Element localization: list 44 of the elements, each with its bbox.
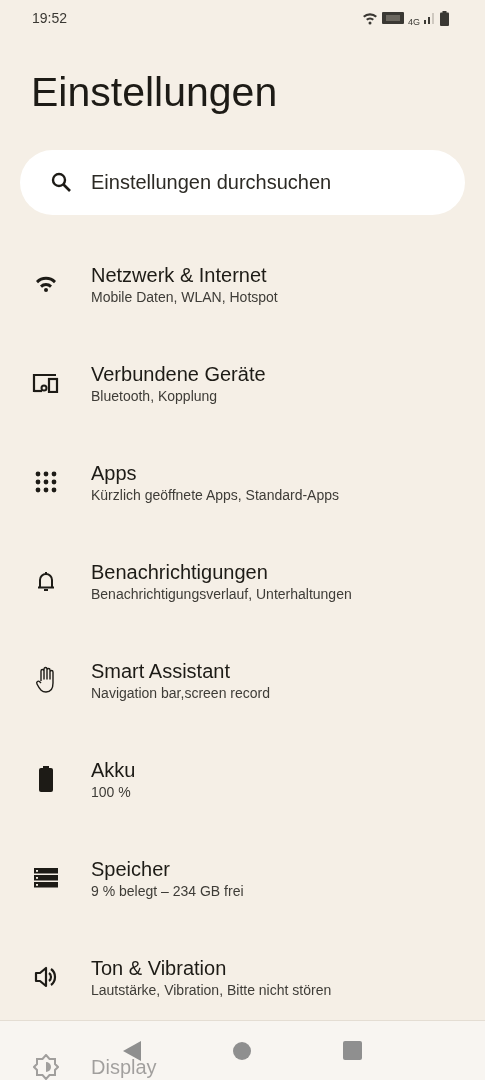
wifi-icon xyxy=(34,276,57,292)
settings-item[interactable]: Smart Assistant Navigation bar,screen record xyxy=(0,658,485,702)
settings-item[interactable]: Benachrichtigungen Benachrichtigungsverlauf, Unterhaltungen xyxy=(0,559,485,603)
apps-grid-icon xyxy=(34,471,57,493)
devices-icon xyxy=(31,373,60,393)
bell-icon xyxy=(36,570,55,592)
item-title: Akku xyxy=(91,758,136,783)
settings-item[interactable]: Ton & Vibration Lautstärke, Vibration, Bitte nicht stören xyxy=(0,955,485,999)
item-subtitle: Lautstärke, Vibration, Bitte nicht stören xyxy=(91,981,332,999)
item-title: Benachrichtigungen xyxy=(91,560,269,585)
network-type: 4G xyxy=(408,16,420,27)
wifi-signal-icon xyxy=(362,11,378,25)
item-subtitle: Bluetooth, Kopplung xyxy=(91,387,219,405)
settings-item[interactable]: Akku 100 % xyxy=(0,757,485,801)
volte-icon xyxy=(382,12,404,24)
search-icon xyxy=(51,172,71,192)
item-title: Smart Assistant xyxy=(91,659,231,684)
search-field[interactable]: Einstellungen durchsuchen xyxy=(20,150,465,215)
home-icon[interactable] xyxy=(233,1041,251,1060)
battery-icon xyxy=(37,766,54,792)
settings-item[interactable]: Verbundene Geräte Bluetooth, Kopplung xyxy=(0,361,485,405)
brightness-icon xyxy=(32,1054,59,1080)
battery-status-icon xyxy=(440,10,449,26)
item-subtitle: Benachrichtigungsverlauf, Unterhaltungen xyxy=(91,585,352,603)
item-subtitle: Kürzlich geöffnete Apps, Standard-Apps xyxy=(91,486,339,504)
item-subtitle: Navigation bar,screen record xyxy=(91,684,270,702)
item-subtitle: 9 % belegt – 234 GB frei xyxy=(91,882,244,900)
item-title: Apps xyxy=(91,461,138,486)
settings-item[interactable]: Netzwerk & Internet Mobile Daten, WLAN, Hotspot xyxy=(0,262,485,306)
item-title: Ton & Vibration xyxy=(91,956,228,981)
item-subtitle: Mobile Daten, WLAN, Hotspot xyxy=(91,288,278,306)
item-title: Verbundene Geräte xyxy=(91,362,266,387)
item-subtitle: 100 % xyxy=(91,783,132,801)
storage-icon xyxy=(33,868,58,888)
clock: 19:52 xyxy=(32,10,68,26)
item-title: Speicher xyxy=(91,857,171,882)
page-title: Einstellungen xyxy=(30,68,279,117)
settings-item[interactable]: Apps Kürzlich geöffnete Apps, Standard-Apps xyxy=(0,460,485,504)
item-title: Display xyxy=(91,1055,157,1080)
back-icon[interactable] xyxy=(123,1040,141,1061)
cell-signal-icon xyxy=(424,12,436,24)
item-title: Netzwerk & Internet xyxy=(91,263,268,288)
settings-item[interactable]: Speicher 9 % belegt – 234 GB frei xyxy=(0,856,485,900)
speaker-icon xyxy=(33,966,58,988)
